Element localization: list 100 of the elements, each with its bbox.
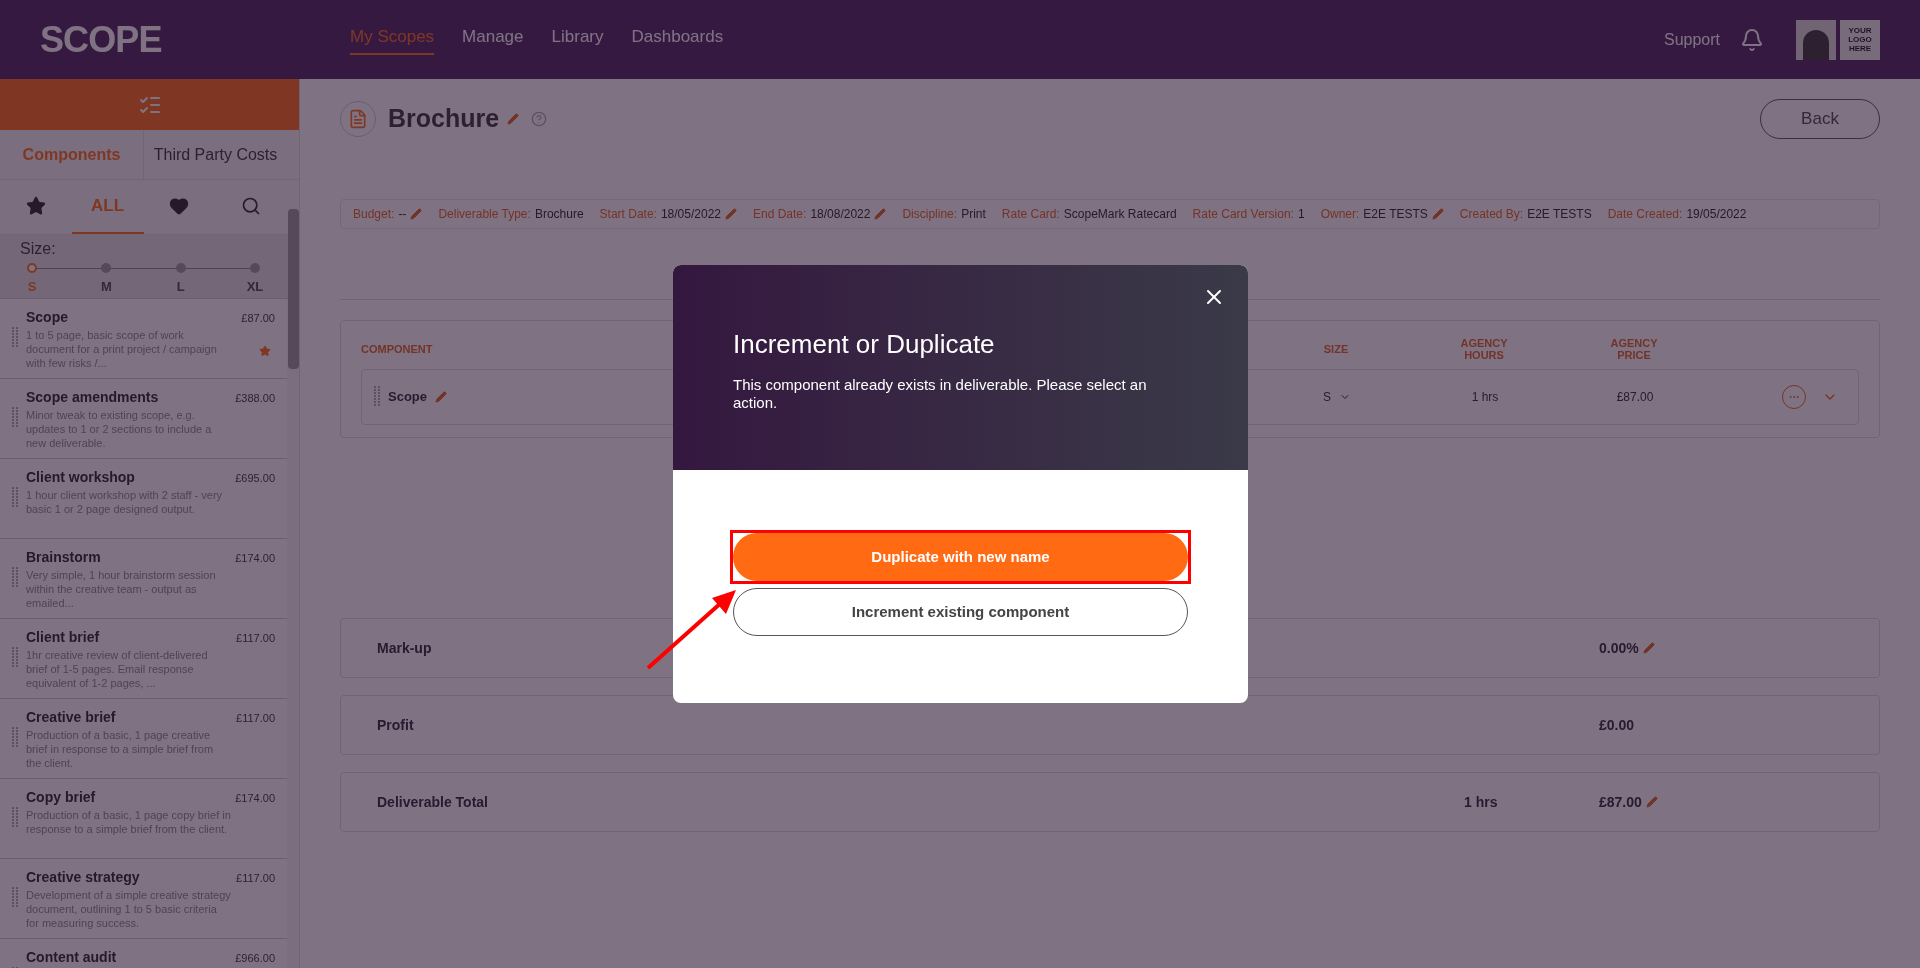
total-label: Mark-up (377, 638, 433, 658)
dialog-message: This component already exists in deliverable. Please select an action. (733, 376, 1148, 412)
pencil-icon[interactable] (1431, 208, 1444, 220)
size-option[interactable]: M (100, 277, 112, 297)
meta-value: Brochure (534, 206, 584, 223)
nav-link[interactable]: My Scopes (350, 23, 435, 56)
component-name: Creative strategy (26, 868, 140, 887)
size-stop[interactable] (27, 263, 37, 273)
sidebar-toggle-bar[interactable] (0, 79, 299, 130)
drag-handle-icon[interactable] (12, 647, 18, 669)
deliverable-title: Brochure (388, 103, 500, 135)
meta-value: Print (961, 206, 986, 223)
sidebar-tab[interactable]: Third Party Costs (143, 130, 287, 179)
nav-link[interactable]: Dashboards (631, 23, 724, 56)
scrollbar[interactable] (288, 209, 299, 369)
size-stop[interactable] (101, 263, 112, 273)
avatar-placeholder[interactable] (1796, 19, 1836, 60)
component-price: £174.00 (235, 551, 275, 566)
drag-handle-icon[interactable] (12, 487, 18, 509)
total-value: £0.00 (1599, 715, 1635, 735)
meta-value: E2E TESTS (1363, 206, 1428, 223)
meta-value: 1 (1297, 206, 1305, 223)
component-name: Client workshop (26, 468, 135, 487)
component-price: £966.00 (235, 951, 275, 966)
meta-label: Rate Card: (1001, 206, 1060, 223)
pencil-icon[interactable] (435, 391, 447, 403)
pencil-icon[interactable] (874, 208, 887, 220)
size-option[interactable]: XL (246, 277, 264, 297)
total-label: Profit (377, 715, 415, 735)
component-name: Brainstorm (26, 548, 101, 567)
meta-label: Discipline: (902, 206, 958, 223)
component-price: £117.00 (236, 711, 275, 726)
drag-handle-icon[interactable] (12, 407, 18, 429)
size-label: Size: (20, 239, 57, 259)
drag-handle-icon[interactable] (12, 327, 18, 349)
component-name: Content audit (26, 948, 117, 967)
table-cell-text: £87.00 (1615, 389, 1655, 406)
star-icon[interactable] (259, 345, 271, 357)
pencil-icon[interactable] (1642, 642, 1655, 654)
meta-label: Start Date: (599, 206, 657, 223)
search-icon (241, 196, 262, 216)
pencil-icon[interactable] (507, 113, 520, 125)
help-icon[interactable] (531, 111, 548, 127)
meta-value: 18/08/2022 (810, 206, 871, 223)
component-price: £388.00 (235, 391, 275, 406)
total-value: 0.00% (1599, 638, 1639, 658)
drag-handle-icon[interactable] (12, 727, 18, 749)
brand-logo: YOUR LOGO HERE (1840, 19, 1880, 60)
meta-value: 18/05/2022 (660, 206, 721, 223)
nav-link[interactable]: Manage (462, 23, 524, 56)
component-price: £117.00 (236, 871, 275, 886)
component-name: Scope amendments (26, 388, 159, 407)
pencil-icon[interactable] (725, 208, 737, 220)
component-price: £174.00 (235, 791, 275, 806)
column-header: AGENCY HOURS (1459, 337, 1509, 361)
pencil-icon[interactable] (1645, 796, 1658, 808)
column-header: SIZE (1322, 341, 1350, 357)
component-price: £695.00 (235, 471, 275, 486)
size-stop[interactable] (250, 263, 260, 273)
table-cell-text: 1 hrs (1470, 389, 1500, 406)
support-link[interactable]: Support (1663, 27, 1720, 52)
notification-bell-icon[interactable] (1740, 27, 1764, 52)
meta-label: End Date: (753, 206, 807, 223)
meta-label: Owner: (1320, 206, 1360, 223)
meta-label: Created By: (1459, 206, 1524, 223)
dialog-title: Increment or Duplicate (733, 328, 996, 361)
total-value: £87.00 (1599, 792, 1642, 812)
sidebar-tab[interactable]: Components (0, 130, 143, 179)
drag-handle-icon[interactable] (12, 887, 18, 909)
nav-link[interactable]: Library (551, 23, 604, 56)
meta-label: Date Created: (1607, 206, 1683, 223)
size-option[interactable]: L (176, 277, 185, 297)
component-name: Scope (26, 308, 68, 327)
heart-icon (169, 196, 190, 216)
duplicate-button[interactable]: Duplicate with new name (733, 533, 1188, 581)
meta-label: Rate Card Version: (1192, 206, 1294, 223)
drag-handle-icon[interactable] (12, 807, 18, 829)
drag-handle-icon[interactable] (12, 567, 18, 589)
logo[interactable]: SCOPE (40, 12, 350, 67)
pencil-icon[interactable] (410, 208, 423, 220)
drag-handle-icon[interactable] (374, 386, 380, 408)
meta-value: 19/05/2022 (1686, 206, 1747, 223)
total-label: Deliverable Total (377, 792, 489, 812)
star-icon (25, 196, 46, 216)
component-name: Copy brief (26, 788, 96, 807)
size-stop[interactable] (175, 263, 186, 273)
meta-label: Deliverable Type: (438, 206, 531, 223)
meta-value: E2E TESTS (1527, 206, 1592, 223)
meta-label: Budget: (353, 206, 395, 223)
component-price: £117.00 (236, 631, 275, 646)
component-price: £87.00 (241, 311, 275, 326)
table-cell-text: Scope (388, 388, 427, 407)
component-list-item[interactable]: Content audit £966.00 (0, 939, 287, 968)
total-hours: 1 hrs (1464, 793, 1498, 810)
column-header: AGENCY PRICE (1609, 337, 1659, 361)
component-name: Client brief (26, 628, 100, 647)
size-dropdown[interactable]: S (1297, 388, 1377, 406)
meta-value: -- (398, 206, 407, 223)
component-name: Creative brief (26, 708, 116, 727)
meta-value: ScopeMark Ratecard (1063, 206, 1177, 223)
